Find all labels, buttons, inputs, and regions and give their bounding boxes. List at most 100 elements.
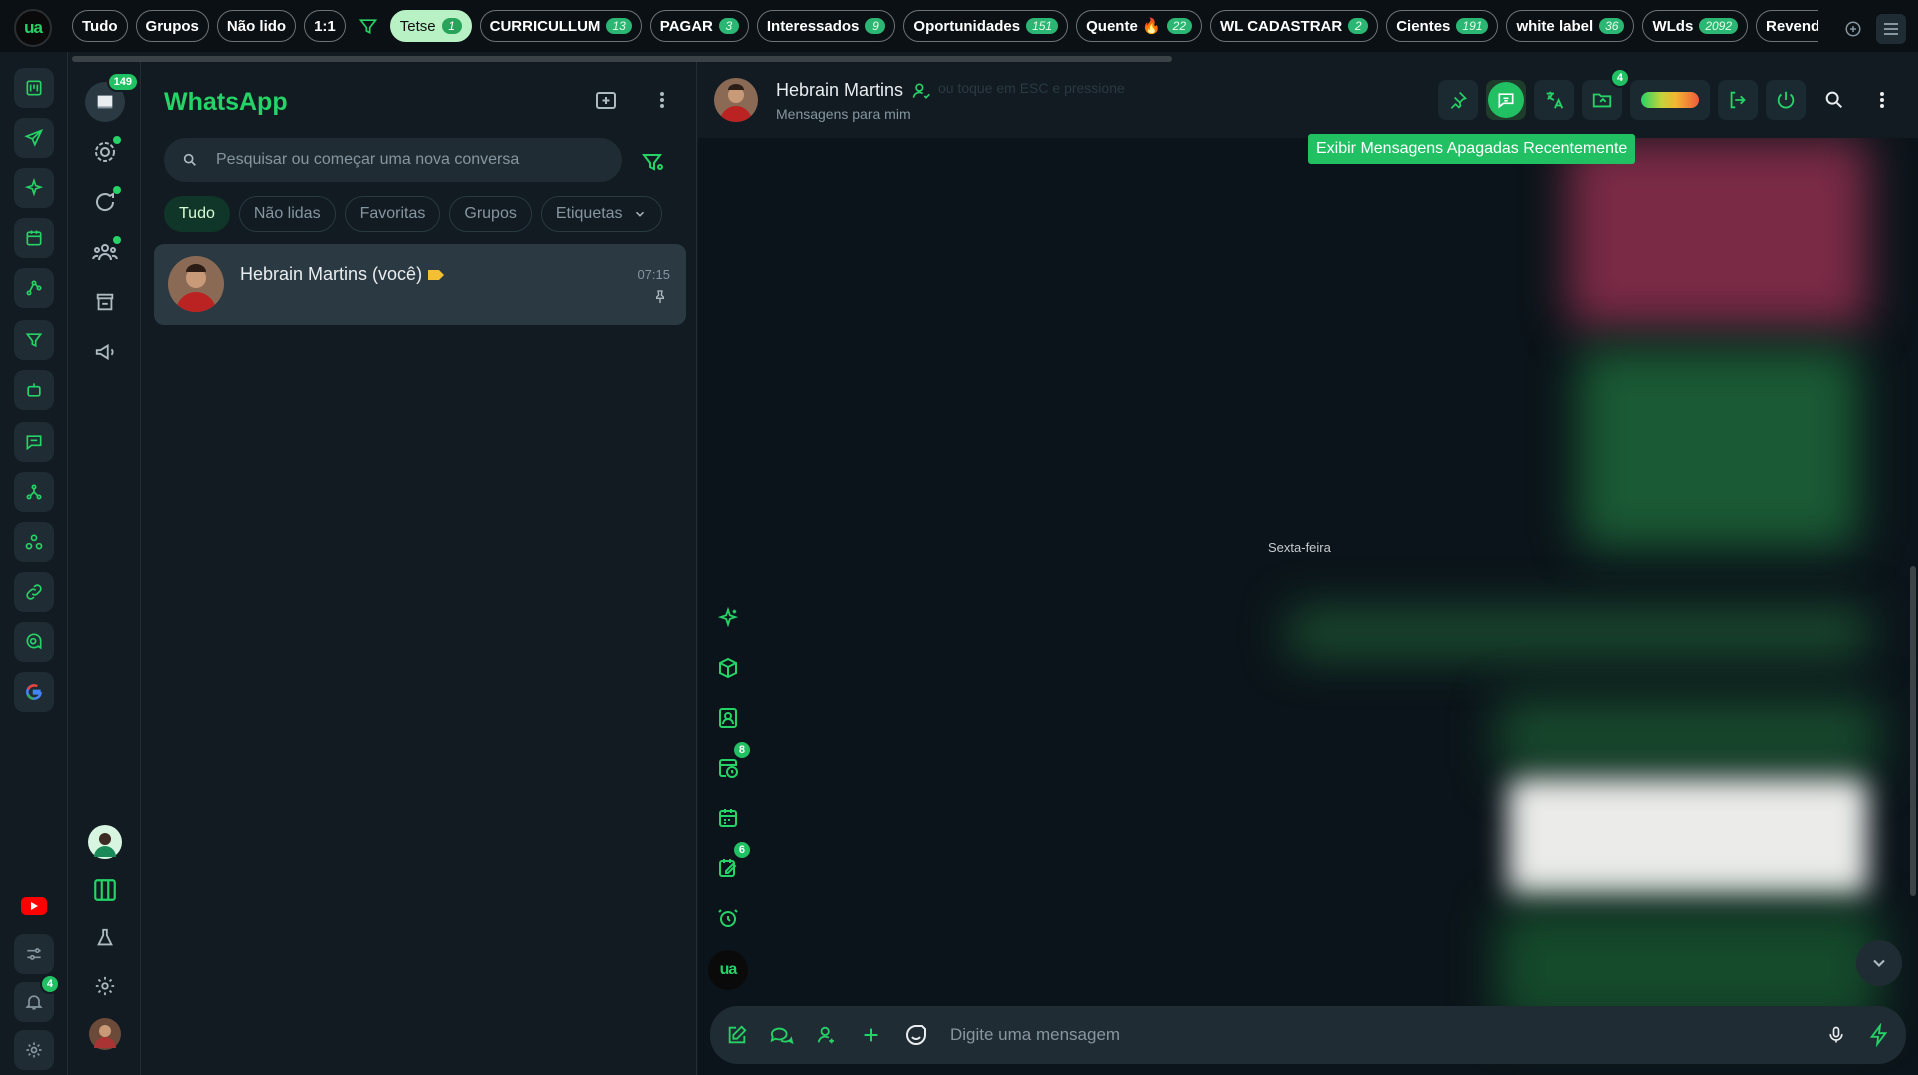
- rail-webhook[interactable]: [14, 522, 54, 562]
- unread-filter-icon[interactable]: [641, 150, 665, 174]
- filter-chip[interactable]: Revenda v: [1756, 10, 1818, 42]
- plus-icon[interactable]: [860, 1024, 882, 1046]
- filter-chip[interactable]: Tudo: [72, 10, 128, 42]
- filter-chip[interactable]: 1:1: [304, 10, 346, 42]
- conversation-scrollbar[interactable]: [1910, 566, 1916, 896]
- blurred-messages: [1288, 138, 1918, 1075]
- qt-alarm[interactable]: [710, 900, 746, 936]
- microphone-icon[interactable]: [1826, 1024, 1846, 1046]
- filter-chip[interactable]: Quente 🔥 22: [1076, 10, 1202, 42]
- filter-chip[interactable]: WLds 2092: [1642, 10, 1749, 42]
- filter-chip[interactable]: Grupos: [135, 10, 209, 42]
- power-button[interactable]: [1766, 80, 1806, 120]
- nav-meta-ai[interactable]: [85, 822, 125, 862]
- message-input[interactable]: [950, 1025, 1804, 1045]
- nav-settings[interactable]: [85, 966, 125, 1006]
- flow-icon: [24, 278, 44, 298]
- exit-button[interactable]: [1718, 80, 1758, 120]
- chats-icon[interactable]: [770, 1024, 794, 1046]
- pill-nao-lidas[interactable]: Não lidas: [238, 196, 336, 232]
- scroll-to-bottom-button[interactable]: [1856, 940, 1902, 986]
- user-assign-icon[interactable]: [816, 1024, 838, 1046]
- pill-grupos[interactable]: Grupos: [449, 196, 532, 232]
- more-vertical-icon[interactable]: [652, 88, 672, 112]
- youtube-icon: [21, 896, 47, 916]
- rail-bot[interactable]: [14, 370, 54, 410]
- lightning-icon[interactable]: [1868, 1023, 1890, 1047]
- pin-message-button[interactable]: [1438, 80, 1478, 120]
- board-icon: [24, 78, 44, 98]
- sliders-icon: [24, 944, 44, 964]
- filter-chip[interactable]: WL CADASTRAR 2: [1210, 10, 1379, 42]
- qt-reminders[interactable]: 8: [710, 740, 752, 786]
- deleted-messages-button[interactable]: [1486, 80, 1526, 120]
- rail-chat-search[interactable]: [14, 622, 54, 662]
- nav-profile[interactable]: [85, 1014, 125, 1054]
- nav-columns[interactable]: [85, 870, 125, 910]
- filter-chip[interactable]: Não lido: [216, 10, 297, 42]
- filter-chip[interactable]: PAGAR 3: [649, 10, 749, 42]
- app-logo[interactable]: ua: [14, 9, 52, 47]
- filter-chip-label: Oportunidades: [913, 17, 1021, 35]
- rail-link[interactable]: [14, 572, 54, 612]
- qt-tasks[interactable]: 6: [710, 840, 752, 886]
- reminders-count-badge: 8: [731, 740, 752, 760]
- filter-chip[interactable]: Tetse 1: [389, 10, 472, 42]
- nav-status[interactable]: [85, 132, 125, 172]
- translate-button[interactable]: [1534, 80, 1574, 120]
- pill-etiquetas[interactable]: Etiquetas: [540, 196, 662, 232]
- rail-messages[interactable]: [14, 422, 54, 462]
- chat-search-input[interactable]: [216, 151, 596, 169]
- filter-chip[interactable]: white label 36: [1506, 10, 1635, 42]
- nav-business[interactable]: [85, 282, 125, 322]
- filter-chip[interactable]: Cientes 191: [1386, 10, 1499, 42]
- filter-chip[interactable]: Oportunidades 151: [903, 10, 1069, 42]
- new-chat-icon[interactable]: [594, 88, 618, 112]
- rail-youtube[interactable]: [14, 886, 54, 926]
- rail-notifications[interactable]: 4: [14, 974, 60, 1022]
- filter-chip[interactable]: CURRICULLUM 13: [479, 10, 642, 42]
- rail-flow[interactable]: [14, 268, 54, 308]
- conversation-menu-button[interactable]: [1862, 80, 1902, 120]
- conversation-search-button[interactable]: [1814, 80, 1854, 120]
- rail-settings[interactable]: [14, 1030, 54, 1070]
- add-tab-icon[interactable]: [1844, 20, 1862, 38]
- chat-search-box[interactable]: [164, 138, 622, 182]
- menu-icon[interactable]: [1876, 14, 1906, 44]
- contact-avatar[interactable]: [714, 78, 758, 122]
- qt-ai[interactable]: [710, 600, 746, 636]
- qt-calendar[interactable]: [710, 800, 746, 836]
- chat-search-icon: [24, 632, 44, 652]
- list-item[interactable]: Hebrain Martins (você) 07:15: [154, 244, 686, 325]
- attachments-button[interactable]: 4: [1582, 68, 1630, 120]
- filter-chip[interactable]: Interessados 9: [756, 10, 896, 42]
- nav-communities[interactable]: [85, 232, 125, 272]
- app-logo-text: ua: [24, 18, 43, 37]
- chat-name-text: Hebrain Martins (você): [240, 264, 423, 284]
- nav-chats[interactable]: 149: [85, 72, 139, 122]
- qt-contact[interactable]: [710, 700, 746, 736]
- message-square-icon: [24, 432, 44, 452]
- label-color-button[interactable]: [1630, 80, 1710, 120]
- contact-name[interactable]: Hebrain Martins: [776, 80, 931, 101]
- nav-broadcast[interactable]: [85, 332, 125, 372]
- rail-ai[interactable]: [14, 168, 54, 208]
- pill-favoritas[interactable]: Favoritas: [344, 196, 441, 232]
- filter-chip-count: 1: [441, 18, 462, 34]
- qt-products[interactable]: [710, 650, 746, 686]
- rail-sliders[interactable]: [14, 934, 54, 974]
- pill-tudo[interactable]: Tudo: [164, 196, 230, 232]
- rail-calendar[interactable]: [14, 218, 54, 258]
- nav-channels[interactable]: [85, 182, 125, 222]
- edit-note-icon[interactable]: [726, 1024, 748, 1046]
- blurred-white-card: [1508, 778, 1868, 898]
- rail-kanban[interactable]: [14, 68, 54, 108]
- sticker-icon[interactable]: [904, 1023, 928, 1047]
- rail-google[interactable]: [14, 672, 54, 712]
- qt-logo[interactable]: ua: [708, 950, 748, 990]
- rail-funnel[interactable]: [14, 320, 54, 360]
- nav-labs[interactable]: [85, 918, 125, 958]
- rail-send[interactable]: [14, 118, 54, 158]
- rail-network[interactable]: [14, 472, 54, 512]
- funnel-icon[interactable]: [354, 10, 382, 42]
